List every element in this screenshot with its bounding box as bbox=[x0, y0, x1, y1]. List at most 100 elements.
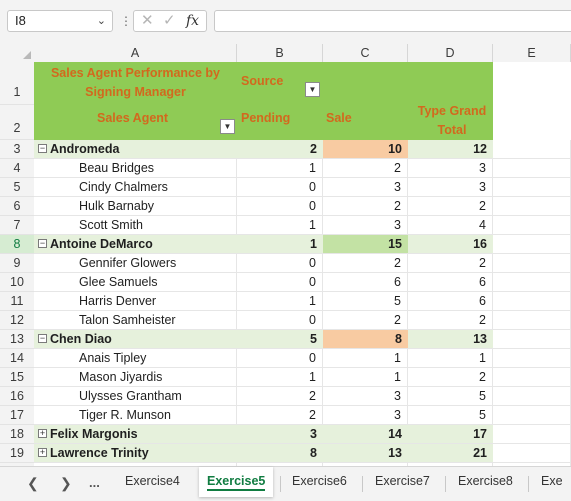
column-header-e[interactable]: E bbox=[493, 44, 571, 62]
pivot-group-row-label[interactable]: + Lawrence Trinity bbox=[34, 444, 237, 463]
pivot-item-label[interactable]: Cindy Chalmers bbox=[34, 178, 237, 197]
column-header-a[interactable]: A bbox=[34, 44, 237, 62]
sale-value[interactable]: 3 bbox=[323, 387, 408, 406]
row-header-18[interactable]: 18 bbox=[0, 425, 34, 444]
row-header-9[interactable]: 9 bbox=[0, 254, 34, 273]
sale-value[interactable]: 10 bbox=[323, 140, 408, 159]
expand-icon[interactable]: + bbox=[38, 448, 47, 457]
name-box[interactable]: I8 ⌄ bbox=[7, 10, 113, 32]
row-header-15[interactable]: 15 bbox=[0, 368, 34, 387]
total-value[interactable]: 2 bbox=[408, 368, 493, 387]
pivot-group-row-label[interactable]: − Chen Diao bbox=[34, 330, 237, 349]
cell[interactable] bbox=[493, 387, 571, 406]
total-value[interactable]: 2 bbox=[408, 197, 493, 216]
sale-value[interactable]: 15 bbox=[323, 235, 408, 254]
pivot-group-row-label[interactable]: − Antoine DeMarco bbox=[34, 235, 237, 254]
cell[interactable] bbox=[493, 216, 571, 235]
pending-value[interactable]: 0 bbox=[237, 349, 323, 368]
total-value[interactable]: 3 bbox=[408, 159, 493, 178]
pending-value[interactable]: 5 bbox=[237, 330, 323, 349]
column-header-d[interactable]: D bbox=[408, 44, 493, 62]
source-filter-icon[interactable]: ▼ bbox=[305, 82, 320, 97]
column-header-b[interactable]: B bbox=[237, 44, 323, 62]
pivot-item-label[interactable]: Gennifer Glowers bbox=[34, 254, 237, 273]
sheet-tab-exercise8[interactable]: Exercise8 bbox=[458, 474, 513, 488]
row-header-2[interactable]: 2 bbox=[0, 105, 34, 140]
cell[interactable] bbox=[493, 235, 571, 254]
sale-value[interactable]: 6 bbox=[323, 273, 408, 292]
sale-value[interactable]: 2 bbox=[323, 197, 408, 216]
row-header-7[interactable]: 7 bbox=[0, 216, 34, 235]
scroll-tabs-right-icon[interactable]: ❯ bbox=[60, 475, 72, 492]
pending-value[interactable]: 1 bbox=[237, 216, 323, 235]
cell[interactable] bbox=[493, 330, 571, 349]
sale-value[interactable]: 3 bbox=[323, 406, 408, 425]
cell[interactable] bbox=[493, 311, 571, 330]
cell[interactable] bbox=[493, 273, 571, 292]
total-value[interactable]: 5 bbox=[408, 387, 493, 406]
pending-value[interactable]: 0 bbox=[237, 178, 323, 197]
total-value[interactable]: 2 bbox=[408, 254, 493, 273]
row-header-12[interactable]: 12 bbox=[0, 311, 34, 330]
sale-value[interactable]: 3 bbox=[323, 216, 408, 235]
cell[interactable] bbox=[493, 197, 571, 216]
formula-input[interactable] bbox=[214, 10, 571, 32]
sheet-tab-exercise6[interactable]: Exercise6 bbox=[292, 474, 347, 488]
total-value[interactable]: 6 bbox=[408, 292, 493, 311]
pivot-group-row-label[interactable]: − Andromeda bbox=[34, 140, 237, 159]
pending-value[interactable]: 0 bbox=[237, 197, 323, 216]
sale-value[interactable]: 13 bbox=[323, 444, 408, 463]
sales-agent-filter-icon[interactable]: ▼ bbox=[220, 119, 235, 134]
sale-value[interactable]: 2 bbox=[323, 254, 408, 273]
pivot-item-label[interactable]: Hulk Barnaby bbox=[34, 197, 237, 216]
cell[interactable] bbox=[493, 368, 571, 387]
row-header-5[interactable]: 5 bbox=[0, 178, 34, 197]
insert-function-button[interactable]: fx bbox=[186, 12, 199, 30]
pending-value[interactable]: 1 bbox=[237, 235, 323, 254]
pivot-item-label[interactable]: Tiger R. Munson bbox=[34, 406, 237, 425]
total-value[interactable]: 5 bbox=[408, 406, 493, 425]
pending-value[interactable]: 2 bbox=[237, 140, 323, 159]
pending-value[interactable]: 0 bbox=[237, 311, 323, 330]
total-value[interactable]: 13 bbox=[408, 330, 493, 349]
sheet-tab-exercise7[interactable]: Exercise7 bbox=[375, 474, 430, 488]
total-value[interactable]: 1 bbox=[408, 349, 493, 368]
total-value[interactable]: 2 bbox=[408, 311, 493, 330]
row-header-11[interactable]: 11 bbox=[0, 292, 34, 311]
total-value[interactable]: 4 bbox=[408, 216, 493, 235]
worksheet-grid[interactable]: A B C D E 1 2 3 4 5 6 7 8 9 10 11 12 13 14 15 16 17 18 1… bbox=[0, 44, 571, 466]
row-header-6[interactable]: 6 bbox=[0, 197, 34, 216]
sheet-tab-exercise4[interactable]: Exercise4 bbox=[125, 474, 180, 488]
total-value[interactable]: 6 bbox=[408, 273, 493, 292]
row-header-4[interactable]: 4 bbox=[0, 159, 34, 178]
cell[interactable] bbox=[493, 292, 571, 311]
pending-value[interactable]: 2 bbox=[237, 387, 323, 406]
cell[interactable] bbox=[493, 178, 571, 197]
more-sheets-button[interactable]: ... bbox=[89, 475, 100, 490]
pending-value[interactable]: 1 bbox=[237, 292, 323, 311]
cancel-icon[interactable]: ✕ bbox=[141, 12, 154, 30]
pending-value[interactable]: 0 bbox=[237, 273, 323, 292]
pivot-item-label[interactable]: Talon Samheister bbox=[34, 311, 237, 330]
total-value[interactable]: 17 bbox=[408, 425, 493, 444]
sheet-tab-exercise9[interactable]: Exe bbox=[541, 474, 563, 488]
select-all-button[interactable] bbox=[0, 44, 34, 62]
pending-value[interactable]: 1 bbox=[237, 368, 323, 387]
cell[interactable] bbox=[493, 254, 571, 273]
sale-value[interactable]: 5 bbox=[323, 292, 408, 311]
sale-value[interactable]: 2 bbox=[323, 159, 408, 178]
collapse-icon[interactable]: − bbox=[38, 334, 47, 343]
row-header-17[interactable]: 17 bbox=[0, 406, 34, 425]
pivot-item-label[interactable]: Harris Denver bbox=[34, 292, 237, 311]
expand-icon[interactable]: + bbox=[38, 429, 47, 438]
pivot-group-row-label[interactable]: + Felix Margonis bbox=[34, 425, 237, 444]
row-header-19[interactable]: 19 bbox=[0, 444, 34, 463]
row-header-14[interactable]: 14 bbox=[0, 349, 34, 368]
sale-value[interactable]: 2 bbox=[323, 311, 408, 330]
row-header-8[interactable]: 8 bbox=[0, 235, 34, 254]
column-header-c[interactable]: C bbox=[323, 44, 408, 62]
pivot-item-label[interactable]: Beau Bridges bbox=[34, 159, 237, 178]
pivot-item-label[interactable]: Glee Samuels bbox=[34, 273, 237, 292]
collapse-icon[interactable]: − bbox=[38, 144, 47, 153]
scroll-tabs-left-icon[interactable]: ❮ bbox=[27, 475, 39, 492]
